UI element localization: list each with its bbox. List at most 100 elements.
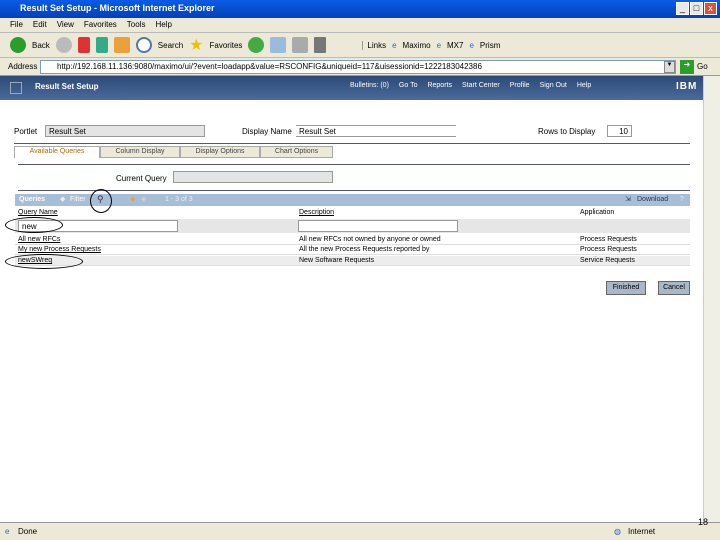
nav-profile[interactable]: Profile (510, 82, 530, 89)
internet-zone-icon: ◍ (614, 527, 621, 536)
close-button[interactable]: x (704, 2, 717, 15)
queries-title: Queries (19, 196, 46, 203)
rows-to-display-input[interactable]: 10 (607, 125, 632, 137)
help-icon[interactable]: ? (680, 196, 684, 203)
forward-icon[interactable] (55, 37, 72, 53)
status-bar: e Done ◍ Internet 18 (0, 517, 720, 540)
query-application: Process Requests (580, 246, 637, 253)
annotation-ellipse (5, 254, 83, 269)
tab-available-queries[interactable]: Available Queries (14, 146, 100, 158)
menu-view[interactable]: View (57, 20, 74, 29)
current-query-label: Current Query (116, 174, 167, 183)
cancel-label: Cancel (663, 284, 685, 291)
nav-sign-out[interactable]: Sign Out (540, 82, 567, 89)
address-input[interactable]: http://192.168.11.136:9080/maximo/ui/?ev… (40, 60, 676, 74)
search-button[interactable]: Search (158, 41, 183, 50)
tab-display-options[interactable]: Display Options (180, 146, 260, 158)
search-icon[interactable] (135, 37, 152, 53)
display-name-label: Display Name (242, 127, 292, 136)
tab-column-display[interactable]: Column Display (100, 146, 180, 158)
tab-label: Column Display (115, 148, 165, 155)
mail-icon[interactable] (270, 37, 287, 53)
table-header: Query Name Description Application (15, 208, 690, 218)
filter-icon: ◆ (60, 196, 66, 203)
portlet-value: Result Set (49, 127, 86, 136)
menu-edit[interactable]: Edit (33, 20, 47, 29)
app-icon (10, 82, 22, 94)
go-icon[interactable]: ➜ (680, 60, 694, 74)
go-button[interactable]: Go (697, 62, 708, 71)
previous-icon[interactable]: ◆ (130, 195, 135, 203)
portlet-field: Result Set (45, 125, 205, 137)
nav-reports[interactable]: Reports (427, 82, 452, 89)
nav-help[interactable]: Help (577, 82, 591, 89)
ie-link-icon: e (436, 40, 442, 50)
menu-tools[interactable]: Tools (127, 20, 146, 29)
back-button[interactable]: Back (32, 41, 50, 50)
link-maximo[interactable]: Maximo (403, 41, 431, 50)
address-url: http://192.168.11.136:9080/maximo/ui/?ev… (57, 62, 482, 71)
portlet-label: Portlet (14, 127, 38, 136)
stop-icon[interactable] (77, 37, 90, 53)
query-description: New Software Requests (299, 257, 375, 264)
query-name-link[interactable]: My new Process Requests (18, 246, 101, 253)
home-icon[interactable] (113, 37, 130, 53)
annotation-ellipse (5, 217, 63, 233)
minimize-button[interactable]: _ (676, 2, 689, 15)
divider (14, 143, 690, 144)
edit-icon[interactable] (314, 37, 327, 53)
rows-to-display-label: Rows to Display (538, 127, 596, 136)
column-query-name[interactable]: Query Name (18, 209, 58, 216)
back-icon[interactable] (10, 37, 26, 53)
favorites-button[interactable]: Favorites (210, 41, 243, 50)
maximize-button[interactable]: □ (690, 2, 703, 15)
tab-label: Chart Options (274, 148, 319, 155)
page-icon: e (5, 527, 10, 536)
column-description[interactable]: Description (299, 209, 334, 216)
queries-toolbar: Queries ◆ Filter ⚲ ◆ ◆ 1 - 3 of 3 ⇲ Down… (15, 194, 690, 206)
history-icon[interactable] (248, 37, 265, 53)
display-name-input[interactable]: Result Set (296, 125, 456, 137)
finished-label: Finished (612, 284, 640, 291)
address-label: Address (8, 62, 38, 71)
menu-help[interactable]: Help (155, 20, 171, 29)
download-icon[interactable]: ⇲ (625, 195, 631, 203)
vertical-scrollbar[interactable] (703, 76, 720, 522)
rows-value: 10 (619, 127, 628, 136)
favorites-icon[interactable]: ★ (189, 35, 203, 55)
menu-file[interactable]: File (10, 20, 23, 29)
current-query-field (173, 171, 333, 183)
query-application: Process Requests (580, 236, 637, 243)
table-row: newSWreq New Software Requests Service R… (15, 256, 690, 266)
query-application: Service Requests (580, 257, 635, 264)
print-icon[interactable] (292, 37, 309, 53)
menu-bar: File Edit View Favorites Tools Help (0, 18, 720, 33)
address-dropdown-icon[interactable]: ▼ (664, 61, 675, 73)
ie-link-icon: e (392, 40, 397, 50)
link-mx7[interactable]: MX7 (447, 41, 463, 50)
app-title: Result Set Setup (35, 82, 99, 91)
tab-chart-options[interactable]: Chart Options (260, 146, 333, 158)
page-number: 18 (698, 517, 709, 527)
cancel-button[interactable]: Cancel (658, 281, 690, 295)
display-name-value: Result Set (299, 127, 336, 136)
divider (18, 190, 690, 191)
finished-button[interactable]: Finished (606, 281, 646, 295)
menu-favorites[interactable]: Favorites (84, 20, 117, 29)
nav-go-to[interactable]: Go To (399, 82, 418, 89)
next-icon[interactable]: ◆ (141, 195, 146, 203)
link-prism[interactable]: Prism (480, 41, 500, 50)
divider (18, 164, 690, 165)
nav-start-center[interactable]: Start Center (462, 82, 500, 89)
description-filter-input[interactable] (298, 220, 458, 232)
filter-button[interactable]: Filter (70, 196, 86, 203)
table-row: All new RFCs All new RFCs not owned by a… (15, 235, 690, 245)
nav-bulletins[interactable]: Bulletins: (0) (350, 82, 389, 89)
app-header: Result Set Setup Bulletins: (0) Go To Re… (0, 76, 703, 100)
query-description: All new RFCs not owned by anyone or owne… (299, 236, 441, 243)
pager-text: 1 - 3 of 3 (165, 196, 193, 203)
refresh-icon[interactable] (95, 37, 108, 53)
download-button[interactable]: Download (637, 196, 668, 203)
query-name-link[interactable]: All new RFCs (18, 236, 60, 243)
toolbar: Back Search ★ Favorites Links e Maximo e MX… (0, 33, 720, 58)
